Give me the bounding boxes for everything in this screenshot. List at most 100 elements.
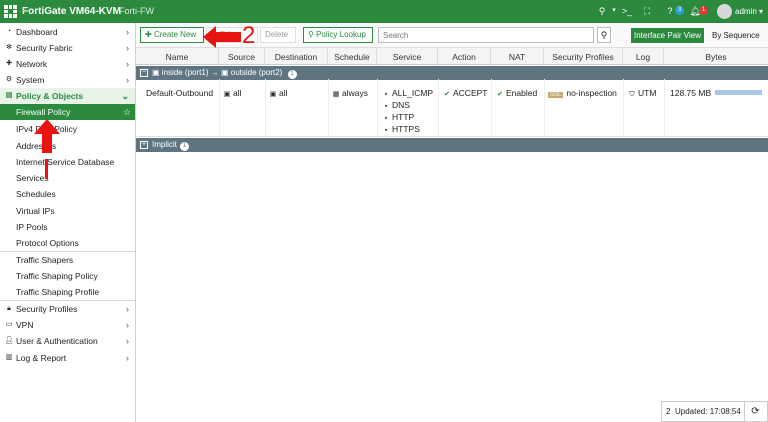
sidebar-item-addresses[interactable]: Addresses <box>0 138 135 154</box>
sidebar-item-log-report[interactable]: ▥ Log & Report › <box>0 350 135 366</box>
implicit-group-row[interactable]: + Implicit 1 <box>136 138 768 152</box>
vpn-icon: ▭ <box>5 321 13 328</box>
chart-icon: ▥ <box>5 354 13 361</box>
group-count-badge: 1 <box>179 142 189 151</box>
sidebar-item-protocol-options[interactable]: Protocol Options <box>0 235 135 251</box>
sidebar-item-vpn[interactable]: ▭ VPN › <box>0 317 135 333</box>
sidebar: ◔ Dashboard › ✻ Security Fabric › ✚ Network › … <box>0 23 136 422</box>
service-icon: ▪ <box>384 91 388 98</box>
fortigate-app: FortiGate VM64-KVM Forti-FW ⚲ ▾ >_ ⛶ ? 3… <box>0 0 768 422</box>
sidebar-item-traffic-shaping-profile[interactable]: Traffic Shaping Profile <box>0 284 135 300</box>
policy-lookup-button[interactable]: ⚲ Policy Lookup <box>303 27 373 43</box>
policy-count: 2 <box>666 407 671 416</box>
service-icon: ▪ <box>384 115 388 122</box>
search-icon[interactable]: ⚲ <box>596 5 608 17</box>
policy-schedule: ▦ always <box>332 88 368 98</box>
checkmark-icon: ✔ <box>444 91 450 98</box>
dashboard-icon: ◔ <box>6 28 12 35</box>
column-header-log[interactable]: Log <box>623 48 664 66</box>
policy-destination: ▣ all <box>269 88 288 98</box>
column-header-source[interactable]: Source <box>219 48 265 66</box>
sidebar-item-services[interactable]: Services <box>0 170 135 186</box>
service-icon: ▪ <box>384 127 388 134</box>
column-header-bytes[interactable]: Bytes <box>664 48 768 66</box>
collapse-icon[interactable]: − <box>140 69 148 77</box>
column-header-nat[interactable]: NAT <box>491 48 544 66</box>
ssl-tag: SSL <box>548 92 564 98</box>
policy-nat: ✔ Enabled <box>497 88 538 98</box>
app-title: FortiGate VM64-KVM <box>22 6 121 17</box>
list-item: ▪ DNS <box>382 100 433 112</box>
sidebar-item-system[interactable]: ⚙ System › <box>0 72 135 88</box>
gear-icon: ⚙ <box>5 76 13 83</box>
sidebar-item-security-fabric[interactable]: ✻ Security Fabric › <box>0 40 135 56</box>
column-header-name[interactable]: Name <box>136 48 219 66</box>
red-arrow-up-icon <box>34 119 60 179</box>
policy-action: ✔ ACCEPT <box>444 88 488 98</box>
fullscreen-icon[interactable]: ⛶ <box>641 5 653 17</box>
sidebar-item-firewall-policy[interactable]: Firewall Policy ☆ <box>0 104 135 120</box>
sidebar-item-policy-objects[interactable]: ▤ Policy & Objects ⌄ <box>0 88 135 104</box>
lock-icon: 🔒︎ <box>7 305 11 312</box>
sidebar-item-ipv4-dos-policy[interactable]: IPv4 DoS Policy <box>0 121 135 137</box>
search-input[interactable] <box>378 27 594 43</box>
notification-badge: 1 <box>699 6 708 15</box>
sidebar-item-security-profiles[interactable]: 🔒︎ Security Profiles › <box>0 301 135 317</box>
list-item: ▪ HTTPS <box>382 124 433 136</box>
sidebar-item-dashboard[interactable]: ◔ Dashboard › <box>0 24 135 40</box>
column-header-service[interactable]: Service <box>377 48 438 66</box>
policy-bytes: 128.75 MB <box>670 88 712 98</box>
search-icon: ⚲ <box>308 30 314 39</box>
by-sequence-button[interactable]: By Sequence <box>712 28 760 43</box>
expand-icon[interactable]: + <box>140 141 148 149</box>
help-badge: 3 <box>675 6 684 15</box>
policy-services: ▪ ALL_ICMP ▪ DNS ▪ HTTP ▪ HTTPS <box>382 88 433 136</box>
bytes-bar <box>715 90 762 95</box>
search-icon[interactable]: ⚲ <box>597 27 611 43</box>
sidebar-item-virtual-ips[interactable]: Virtual IPs <box>0 203 135 219</box>
create-new-button[interactable]: ✚ Create New <box>140 27 204 43</box>
table-header: Name Source Destination Schedule Service… <box>136 47 768 66</box>
sidebar-item-network[interactable]: ✚ Network › <box>0 56 135 72</box>
delete-button[interactable]: Delete <box>260 27 296 43</box>
fortinet-logo-icon <box>4 5 17 18</box>
address-icon: ▣ <box>223 91 231 98</box>
network-icon: ✚ <box>6 60 12 67</box>
red-arrow-left-icon <box>203 26 241 48</box>
updated-timestamp: Updated: 17:08:54 <box>675 407 741 416</box>
interface-pair-group-row[interactable]: − ▣ inside (port1) → ▣ outside (port2) 1 <box>136 66 768 80</box>
service-icon: ▪ <box>384 103 388 110</box>
interface-pair-view-button[interactable]: Interface Pair View <box>631 28 704 43</box>
sidebar-item-schedules[interactable]: Schedules <box>0 186 135 202</box>
user-name: admin <box>735 7 757 16</box>
favorite-star-icon[interactable]: ☆ <box>123 104 131 120</box>
user-icon: 👤︎ <box>4 337 14 344</box>
fabric-icon: ✻ <box>6 44 12 51</box>
list-item: ▪ ALL_ICMP <box>382 88 433 100</box>
sidebar-item-internet-service-database[interactable]: Internet Service Database <box>0 154 135 170</box>
column-header-security-profiles[interactable]: Security Profiles <box>544 48 623 66</box>
group-count-badge: 1 <box>287 70 297 79</box>
hostname: Forti-FW <box>119 6 154 16</box>
calendar-icon: ▦ <box>332 91 340 98</box>
column-header-destination[interactable]: Destination <box>265 48 328 66</box>
avatar[interactable] <box>717 4 732 19</box>
column-header-schedule[interactable]: Schedule <box>328 48 377 66</box>
column-header-action[interactable]: Action <box>438 48 491 66</box>
policy-security-profile: SSL no-inspection <box>548 88 617 98</box>
shield-icon: ⛉ <box>629 91 635 98</box>
sidebar-item-ip-pools[interactable]: IP Pools <box>0 219 135 235</box>
chevron-down-icon[interactable]: ▾ <box>608 5 620 17</box>
sidebar-item-traffic-shaping-policy[interactable]: Traffic Shaping Policy <box>0 268 135 284</box>
plus-icon: ✚ <box>145 30 152 39</box>
address-icon: ▣ <box>269 91 277 98</box>
list-item: ▪ HTTP <box>382 112 433 124</box>
policy-name: Default-Outbound <box>146 88 214 98</box>
sidebar-item-user-authentication[interactable]: 👤︎ User & Authentication › <box>0 333 135 349</box>
refresh-icon[interactable]: ⟳ <box>744 402 766 421</box>
cli-console-icon[interactable]: >_ <box>621 5 633 17</box>
user-menu[interactable]: admin ▾ <box>735 7 763 16</box>
check-circle-icon: ✔ <box>497 91 503 98</box>
policy-source: ▣ all <box>223 88 242 98</box>
sidebar-item-traffic-shapers[interactable]: Traffic Shapers <box>0 252 135 268</box>
